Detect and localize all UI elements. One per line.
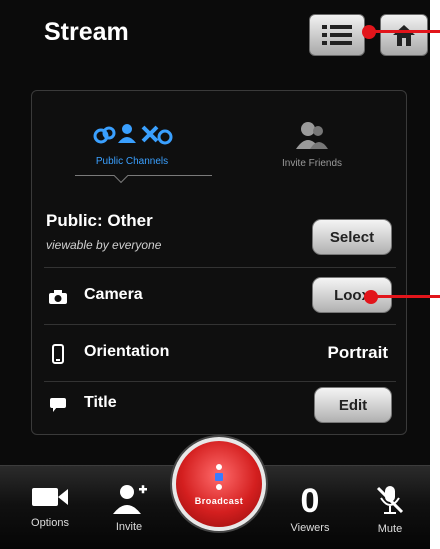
list-button[interactable] xyxy=(309,14,365,56)
stream-screen: Stream Public Channels Invite Friends Pu… xyxy=(0,0,430,549)
tab-public-label: Public Channels xyxy=(95,156,169,167)
row-orientation: Orientation Portrait xyxy=(44,325,396,382)
microphone-mute-icon xyxy=(376,486,404,514)
home-icon xyxy=(393,25,415,46)
public-channel-title: Public: Other xyxy=(46,211,153,230)
mute-button[interactable]: Mute xyxy=(360,484,420,535)
public-channels-icon xyxy=(93,124,173,145)
tab-friends-label: Invite Friends xyxy=(281,158,343,169)
annotation-line-loox xyxy=(376,295,440,298)
camera-label: Camera xyxy=(84,286,143,303)
select-button[interactable]: Select xyxy=(312,219,392,255)
camera-icon xyxy=(49,290,67,304)
mute-label: Mute xyxy=(377,523,403,535)
broadcast-icon xyxy=(215,464,223,490)
video-camera-icon xyxy=(32,488,68,506)
broadcast-button[interactable]: Broadcast xyxy=(172,437,266,531)
row-camera: Camera Loox xyxy=(44,268,396,325)
phone-icon xyxy=(52,344,64,364)
tab-public-channels[interactable]: Public Channels xyxy=(72,121,192,167)
tab-caret xyxy=(113,168,129,184)
list-icon xyxy=(322,25,352,45)
edit-title-button[interactable]: Edit xyxy=(314,387,392,423)
public-channel-subtitle: viewable by everyone xyxy=(46,238,162,252)
row-public-channel: Public: Other viewable by everyone Selec… xyxy=(44,203,396,268)
viewers-label: Viewers xyxy=(290,522,330,534)
tab-invite-friends[interactable]: Invite Friends xyxy=(257,121,367,169)
viewers-counter: 0 Viewers xyxy=(280,484,340,534)
page-title: Stream xyxy=(44,18,129,46)
row-title: Title Edit xyxy=(44,382,396,432)
broadcast-label: Broadcast xyxy=(194,496,244,506)
viewers-count: 0 xyxy=(300,482,320,520)
stream-settings-panel: Public Channels Invite Friends Public: O… xyxy=(31,90,407,435)
invite-label: Invite xyxy=(115,521,143,533)
orientation-value[interactable]: Portrait xyxy=(328,343,388,363)
person-plus-icon xyxy=(113,485,147,514)
annotation-line-list xyxy=(374,30,440,33)
invite-button[interactable]: Invite xyxy=(99,484,159,533)
options-label: Options xyxy=(31,517,69,529)
speech-bubble-icon xyxy=(50,398,66,412)
tab-underline xyxy=(75,175,212,176)
options-button[interactable]: Options xyxy=(20,484,80,529)
invite-friends-icon xyxy=(296,122,328,149)
orientation-label: Orientation xyxy=(84,343,170,360)
title-label: Title xyxy=(84,394,117,411)
home-button[interactable] xyxy=(380,14,428,56)
